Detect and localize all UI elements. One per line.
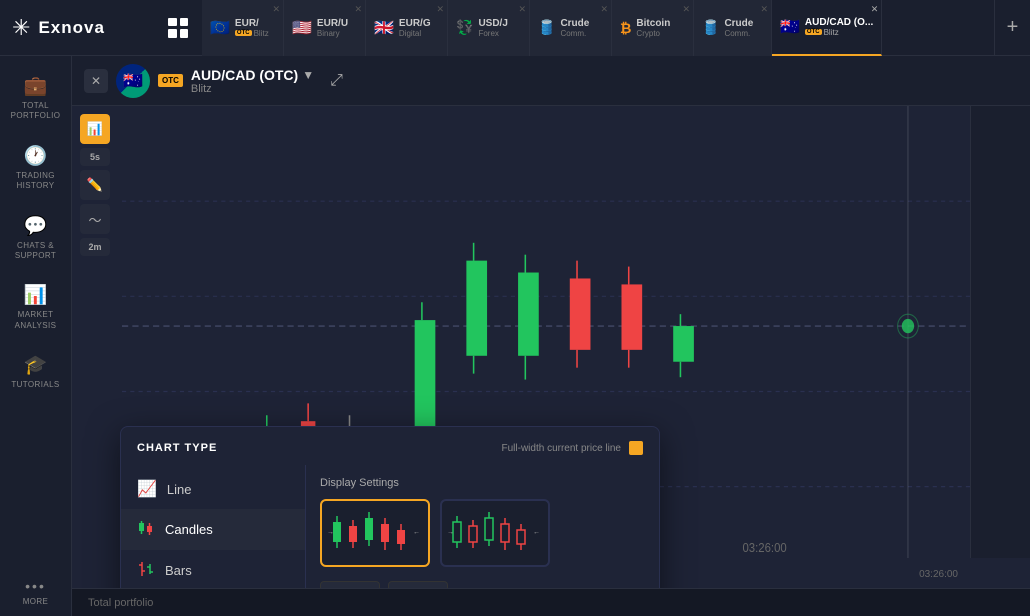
main-area: ✕ 🇦🇺 OTC AUD/CAD (OTC) ▼ Blitz ⤢ [72,56,1030,616]
price-line-label: Full-width current price line [502,443,622,454]
sidebar-item-chats[interactable]: 💬 Chats & Support [0,204,71,272]
svg-text:→: → [327,529,334,536]
tab-crude-2[interactable]: ✕ 🛢️ CrudeComm. [694,0,772,56]
chat-icon: 💬 [24,214,48,238]
candle-preview-outline[interactable]: → ← [440,499,550,567]
bearish-color-button[interactable]: ▼ [388,581,448,588]
price-line-toggle[interactable] [629,441,643,455]
portfolio-icon: 💼 [24,74,48,98]
bottom-bar: Total portfolio [72,588,1030,616]
bullish-color-button[interactable]: ▼ [320,581,380,588]
sidebar-label: Chats & Support [4,241,67,262]
tabs-container: ✕ 🇪🇺 EUR/OTCBlitz ✕ 🇺🇸 EUR/UBinary ✕ 🇬🇧 … [202,0,994,56]
asset-flag: 🇦🇺 [116,64,150,98]
analysis-icon: 📊 [24,283,48,307]
sidebar-label: Tutorials [11,380,59,390]
candle-type-button[interactable]: 📊 [80,114,110,144]
chart-type-dropdown: CHART TYPE Full-width current price line… [120,426,660,588]
tab-bitcoin[interactable]: ✕ ₿ BitcoinCrypto [612,0,694,56]
sidebar-label: More [23,597,49,606]
total-portfolio-label: Total portfolio [88,597,153,609]
tab-close-icon[interactable]: ✕ [436,4,444,15]
svg-text:→: → [447,529,454,536]
timeframe-2m-button[interactable]: 2m [80,238,110,256]
timeframe-5s-button[interactable]: 5s [80,148,110,166]
chart-tools-panel: 📊 5s ✏️ 〜 2m [80,114,110,256]
grid-icon[interactable] [160,10,196,46]
chart-type-bars[interactable]: Bars [121,550,305,588]
tab-close-icon[interactable]: ✕ [600,4,608,15]
tab-close-icon[interactable]: ✕ [354,4,362,15]
indicator-button[interactable]: 〜 [80,204,110,234]
sidebar-label: Market Analysis [4,310,67,331]
time-label: 03:26:00 [919,569,958,580]
display-settings-panel: Display Settings [306,465,659,588]
asset-sub: Blitz [191,83,314,95]
tab-usd-forex[interactable]: ✕ 💱 USD/JForex [448,0,530,56]
sidebar-item-total-portfolio[interactable]: 💼 Total Portfolio [0,64,71,132]
add-tab-button[interactable]: + [994,0,1030,56]
price-axis [970,106,1030,558]
sidebar-item-trading-history[interactable]: 🕐 Trading History [0,134,71,202]
tab-eur-binary[interactable]: ✕ 🇺🇸 EUR/UBinary [284,0,366,56]
line-chart-icon: 📈 [137,479,157,499]
history-icon: 🕐 [24,144,48,168]
sidebar-item-tutorials[interactable]: 🎓 Tutorials [0,343,71,400]
chart-type-candles[interactable]: Candles [121,509,305,550]
svg-text:←: ← [413,529,420,536]
svg-text:←: ← [533,529,540,536]
sidebar-item-market-analysis[interactable]: 📊 Market Analysis [0,273,71,341]
app-name: Exnova [38,18,104,38]
close-panel-button[interactable]: ✕ [84,69,108,93]
svg-text:03:26:00: 03:26:00 [742,540,786,555]
bars-chart-icon [137,560,155,581]
sidebar-label: Trading History [4,171,67,192]
tab-crude-1[interactable]: ✕ 🛢️ CrudeComm. [530,0,612,56]
asset-name: AUD/CAD (OTC) ▼ [191,67,314,83]
display-settings-label: Display Settings [320,477,645,489]
tab-name: EUR/ [235,18,269,29]
sidebar-label: Total Portfolio [4,101,67,122]
tab-close-icon[interactable]: ✕ [272,4,280,15]
tab-eur-digital[interactable]: ✕ 🇬🇧 EUR/GDigital [366,0,448,56]
sidebar: 💼 Total Portfolio 🕐 Trading History 💬 Ch… [0,56,72,616]
candle-preview-filled[interactable]: → ← [320,499,430,567]
logo-star-icon: ✳ [12,15,30,41]
chart-type-header: CHART TYPE [137,442,217,454]
tab-aud-cad[interactable]: ✕ 🇦🇺 AUD/CAD (O...OTCBlitz [772,0,882,56]
inner-toolbar: ✕ 🇦🇺 OTC AUD/CAD (OTC) ▼ Blitz ⤢ [72,56,1030,106]
logo-area: ✳ Exnova [0,15,160,41]
expand-button[interactable]: ⤢ [330,72,343,90]
chart-area: 📊 5s ✏️ 〜 2m [72,106,1030,588]
otc-badge-small: OTC [158,74,183,87]
draw-tool-button[interactable]: ✏️ [80,170,110,200]
tab-eur-otc[interactable]: ✕ 🇪🇺 EUR/OTCBlitz [202,0,284,56]
sidebar-item-more[interactable]: ••• More [0,568,71,616]
more-icon: ••• [25,578,46,594]
tutorials-icon: 🎓 [24,353,48,377]
tab-close-icon[interactable]: ✕ [518,4,526,15]
tab-close-icon[interactable]: ✕ [760,4,768,15]
tab-sub: OTCBlitz [235,29,269,38]
candles-chart-icon [137,519,155,540]
dropdown-arrow-icon[interactable]: ▼ [302,68,314,82]
asset-info: AUD/CAD (OTC) ▼ Blitz [191,67,314,95]
tab-close-icon[interactable]: ✕ [682,4,690,15]
chart-type-list: 📈 Line [121,465,306,588]
tab-close-icon[interactable]: ✕ [871,4,879,15]
chart-type-line[interactable]: 📈 Line [121,469,305,509]
